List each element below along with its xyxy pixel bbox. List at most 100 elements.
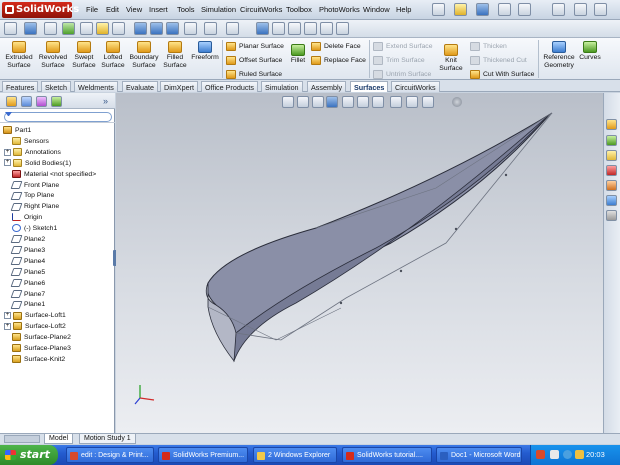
- tab-dimxpert[interactable]: DimXpert: [160, 81, 198, 92]
- thickened-cut-button[interactable]: Thickened Cut: [470, 55, 527, 67]
- tab-scroll-arrows[interactable]: [4, 435, 40, 443]
- tree-item[interactable]: + Solid Bodies(1): [4, 158, 71, 169]
- menu-window[interactable]: Window: [363, 5, 390, 14]
- tree-item[interactable]: Plane5: [10, 267, 45, 278]
- extend-surface-button[interactable]: Extend Surface: [373, 41, 432, 53]
- new-document-icon[interactable]: [432, 3, 445, 16]
- circle-tool-icon[interactable]: [80, 22, 93, 35]
- save-icon[interactable]: [476, 3, 489, 16]
- pan-icon[interactable]: [226, 22, 239, 35]
- tree-item[interactable]: Plane3: [10, 245, 45, 256]
- file-explorer-icon[interactable]: [606, 150, 617, 161]
- tray-update-icon[interactable]: [575, 450, 584, 459]
- open-folder-icon[interactable]: [454, 3, 467, 16]
- tree-item[interactable]: Plane7: [10, 289, 45, 300]
- view-front-icon[interactable]: [134, 22, 147, 35]
- property-manager-tab-icon[interactable]: [21, 96, 32, 107]
- tree-item[interactable]: Right Plane: [10, 201, 59, 212]
- menu-edit[interactable]: Edit: [106, 5, 119, 14]
- view-right-icon[interactable]: [166, 22, 179, 35]
- tree-item[interactable]: (-) Sketch1: [12, 223, 57, 234]
- tray-volume-icon[interactable]: [563, 450, 572, 459]
- expand-toggle-icon[interactable]: +: [4, 322, 11, 330]
- tray-app-icon[interactable]: [536, 450, 545, 459]
- menu-tools[interactable]: Tools: [177, 5, 195, 14]
- surface-model[interactable]: [116, 93, 603, 433]
- menu-insert[interactable]: Insert: [149, 5, 168, 14]
- smart-dimension-icon[interactable]: [24, 22, 37, 35]
- tree-item[interactable]: Top Plane: [10, 190, 54, 201]
- boundary-surface-button[interactable]: Boundary Surface: [128, 41, 160, 69]
- tray-network-icon[interactable]: [550, 450, 559, 459]
- print-icon[interactable]: [498, 3, 511, 16]
- custom-properties-icon[interactable]: [606, 210, 617, 221]
- menu-file[interactable]: File: [86, 5, 98, 14]
- menu-photoworks[interactable]: PhotoWorks: [319, 5, 360, 14]
- tree-item[interactable]: + Annotations: [4, 147, 61, 158]
- taskbar-task[interactable]: SolidWorks tutorial....: [342, 447, 432, 463]
- line-tool-icon[interactable]: [44, 22, 57, 35]
- menu-circuitworks[interactable]: CircuitWorks: [240, 5, 282, 14]
- zoom-area-icon[interactable]: [336, 22, 349, 35]
- tree-item[interactable]: Surface-Plane2: [12, 332, 71, 343]
- expand-toggle-icon[interactable]: +: [4, 159, 11, 167]
- select-arrow-icon[interactable]: [552, 3, 565, 16]
- tree-item[interactable]: Front Plane: [10, 180, 59, 191]
- menu-toolbox[interactable]: Toolbox: [286, 5, 312, 14]
- move-icon[interactable]: [320, 22, 333, 35]
- solidworks-logo[interactable]: SolidWorks: [2, 2, 79, 18]
- reference-geometry-button[interactable]: Reference Geometry: [541, 41, 577, 69]
- trim-surface-button[interactable]: Trim Surface: [373, 55, 425, 67]
- tab-evaluate[interactable]: Evaluate: [122, 81, 158, 92]
- lofted-surface-button[interactable]: Lofted Surface: [99, 41, 127, 69]
- tab-office-products[interactable]: Office Products: [201, 81, 259, 92]
- spline-tool-icon[interactable]: [112, 22, 125, 35]
- menu-view[interactable]: View: [126, 5, 142, 14]
- tab-simulation[interactable]: Simulation: [261, 81, 303, 92]
- extruded-surface-button[interactable]: Extruded Surface: [4, 41, 34, 69]
- tab-circuitworks[interactable]: CircuitWorks: [391, 81, 440, 92]
- wireframe-icon[interactable]: [288, 22, 301, 35]
- dimxpert-manager-tab-icon[interactable]: [51, 96, 62, 107]
- rectangle-tool-icon[interactable]: [62, 22, 75, 35]
- tree-item[interactable]: Part1: [3, 125, 31, 136]
- delete-face-button[interactable]: Delete Face: [311, 41, 361, 53]
- tree-item[interactable]: Surface-Knit2: [12, 354, 65, 365]
- tree-item[interactable]: Plane1: [10, 299, 45, 310]
- menu-help[interactable]: Help: [396, 5, 411, 14]
- tree-item[interactable]: Surface-Plane3: [12, 343, 71, 354]
- arc-tool-icon[interactable]: [96, 22, 109, 35]
- solidworks-resources-icon[interactable]: [606, 119, 617, 130]
- tree-item[interactable]: + Surface-Loft2: [4, 321, 66, 332]
- tab-model[interactable]: Model: [44, 434, 74, 444]
- sketch-tool-icon[interactable]: [4, 22, 17, 35]
- filled-surface-button[interactable]: Filled Surface: [162, 41, 188, 69]
- taskbar-task[interactable]: Doc1 - Microsoft Word: [436, 447, 522, 463]
- configuration-manager-tab-icon[interactable]: [36, 96, 47, 107]
- undo-icon[interactable]: [518, 3, 531, 16]
- thicken-button[interactable]: Thicken: [470, 41, 507, 53]
- section-view-icon[interactable]: [304, 22, 317, 35]
- tab-weldments[interactable]: Weldments: [74, 81, 118, 92]
- swept-surface-button[interactable]: Swept Surface: [71, 41, 97, 69]
- appearances-icon[interactable]: [606, 195, 617, 206]
- rotate-view-icon[interactable]: [204, 22, 217, 35]
- feature-manager-tab-icon[interactable]: [6, 96, 17, 107]
- tab-sketch[interactable]: Sketch: [41, 81, 71, 92]
- expand-toggle-icon[interactable]: +: [4, 148, 11, 156]
- taskbar-task[interactable]: SolidWorks Premium...: [158, 447, 248, 463]
- tree-item[interactable]: Sensors: [12, 136, 49, 147]
- tree-item[interactable]: Plane2: [10, 234, 45, 245]
- fillet-button[interactable]: Fillet: [288, 41, 308, 65]
- view-top-icon[interactable]: [150, 22, 163, 35]
- tab-features[interactable]: Features: [2, 81, 39, 92]
- panel-expand-icon[interactable]: »: [103, 96, 108, 106]
- planar-surface-button[interactable]: Planar Surface: [226, 41, 284, 53]
- revolved-surface-button[interactable]: Revolved Surface: [37, 41, 69, 69]
- taskbar-task[interactable]: 2 Windows Explorer: [253, 447, 337, 463]
- curves-button[interactable]: Curves: [578, 41, 602, 62]
- search-icon[interactable]: [606, 165, 617, 176]
- rebuild-icon[interactable]: [574, 3, 587, 16]
- tree-item[interactable]: Origin: [12, 212, 42, 223]
- knit-surface-button[interactable]: Knit Surface: [438, 41, 464, 72]
